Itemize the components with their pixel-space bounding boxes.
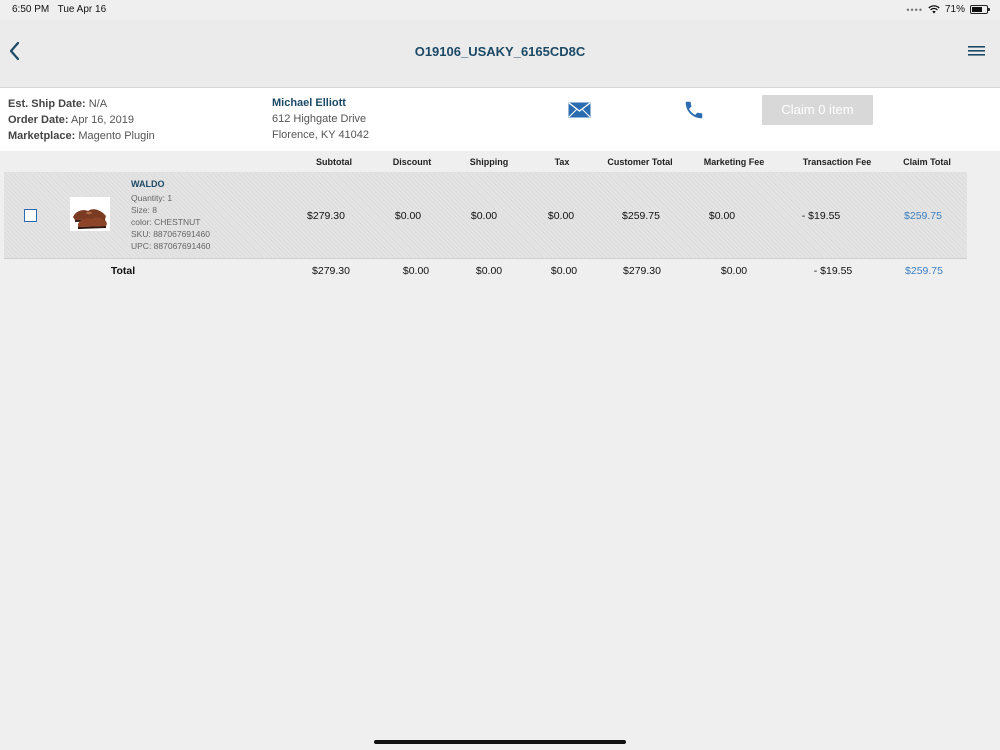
- phone-button[interactable]: [683, 99, 705, 126]
- status-time: 6:50 PM Tue Apr 16: [12, 4, 107, 15]
- item-checkbox[interactable]: [24, 209, 37, 222]
- product-sku: SKU: 887067691460: [131, 229, 210, 239]
- total-subtotal: $279.30: [312, 265, 350, 277]
- menu-button[interactable]: [968, 44, 986, 58]
- product-quantity: Quantity: 1: [131, 193, 173, 203]
- product-attributes: Quantity: 1 Size: 8 color: CHESTNUT SKU:…: [131, 192, 210, 252]
- item-marketing-fee: $0.00: [708, 210, 736, 222]
- column-header-transaction-fee: Transaction Fee: [802, 157, 872, 167]
- item-tax: $0.00: [547, 210, 575, 222]
- order-info-panel: Est. Ship Date: N/A Order Date: Apr 16, …: [0, 88, 1000, 151]
- marketplace: Magento Plugin: [78, 130, 155, 142]
- item-discount: $0.00: [394, 210, 422, 222]
- wifi-icon: [928, 5, 940, 14]
- table-row: WALDO Quantity: 1 Size: 8 color: CHESTNU…: [4, 172, 967, 259]
- email-button[interactable]: [568, 102, 591, 123]
- column-header-tax: Tax: [554, 157, 570, 167]
- home-indicator[interactable]: [374, 740, 626, 744]
- item-claim-total: $259.75: [904, 210, 942, 222]
- order-details: Est. Ship Date: N/A Order Date: Apr 16, …: [8, 98, 155, 142]
- order-items-table: Subtotal Discount Shipping Tax Customer …: [4, 151, 967, 281]
- total-tax: $0.00: [550, 265, 578, 277]
- customer-name: Michael Elliott: [272, 97, 346, 109]
- column-header-marketing-fee: Marketing Fee: [703, 157, 765, 167]
- column-header-customer-total: Customer Total: [607, 157, 673, 167]
- address-line-2: Florence, KY 41042: [272, 129, 370, 141]
- table-header: Subtotal Discount Shipping Tax Customer …: [4, 151, 967, 172]
- battery-icon: [970, 5, 990, 14]
- phone-icon: [685, 101, 703, 119]
- column-header-discount: Discount: [392, 157, 432, 167]
- total-label: Total: [110, 265, 136, 277]
- est-ship-date: N/A: [88, 98, 108, 110]
- total-customer-total: $279.30: [623, 265, 661, 277]
- product-color: color: CHESTNUT: [131, 217, 201, 227]
- total-marketing-fee: $0.00: [720, 265, 748, 277]
- total-shipping: $0.00: [475, 265, 503, 277]
- table-total-row: Total $279.30 $0.00 $0.00 $0.00 $279.30 …: [4, 259, 967, 281]
- item-shipping: $0.00: [470, 210, 498, 222]
- battery-percent: 71%: [944, 4, 965, 15]
- product-name[interactable]: WALDO: [131, 179, 165, 189]
- total-discount: $0.00: [402, 265, 430, 277]
- order-id-title: O19106_USAKY_6165CD8C: [414, 44, 586, 59]
- hamburger-menu-icon: [968, 46, 985, 56]
- claim-items-button[interactable]: Claim 0 item: [762, 95, 873, 125]
- envelope-icon: [568, 102, 591, 118]
- customer-address: Michael Elliott 612 Highgate Drive Flore…: [272, 95, 369, 143]
- column-header-subtotal: Subtotal: [316, 157, 352, 167]
- status-indicators: •••• 71%: [906, 4, 990, 15]
- product-thumbnail: [70, 197, 110, 231]
- item-customer-total: $259.75: [622, 210, 660, 222]
- product-upc: UPC: 887067691460: [131, 241, 211, 251]
- navigation-bar: O19106_USAKY_6165CD8C: [0, 20, 1000, 88]
- item-subtotal: $279.30: [307, 210, 345, 222]
- order-date: Apr 16, 2019: [70, 114, 134, 126]
- total-transaction-fee: - $19.55: [813, 265, 853, 277]
- status-bar: 6:50 PM Tue Apr 16 •••• 71%: [0, 0, 1000, 20]
- column-header-claim-total: Claim Total: [903, 157, 951, 167]
- cellular-dots-icon: ••••: [906, 4, 923, 15]
- address-line-1: 612 Highgate Drive: [272, 113, 367, 125]
- item-transaction-fee: - $19.55: [801, 210, 841, 222]
- column-header-shipping: Shipping: [469, 157, 509, 167]
- product-size: Size: 8: [131, 205, 157, 215]
- total-claim-total: $259.75: [905, 265, 943, 277]
